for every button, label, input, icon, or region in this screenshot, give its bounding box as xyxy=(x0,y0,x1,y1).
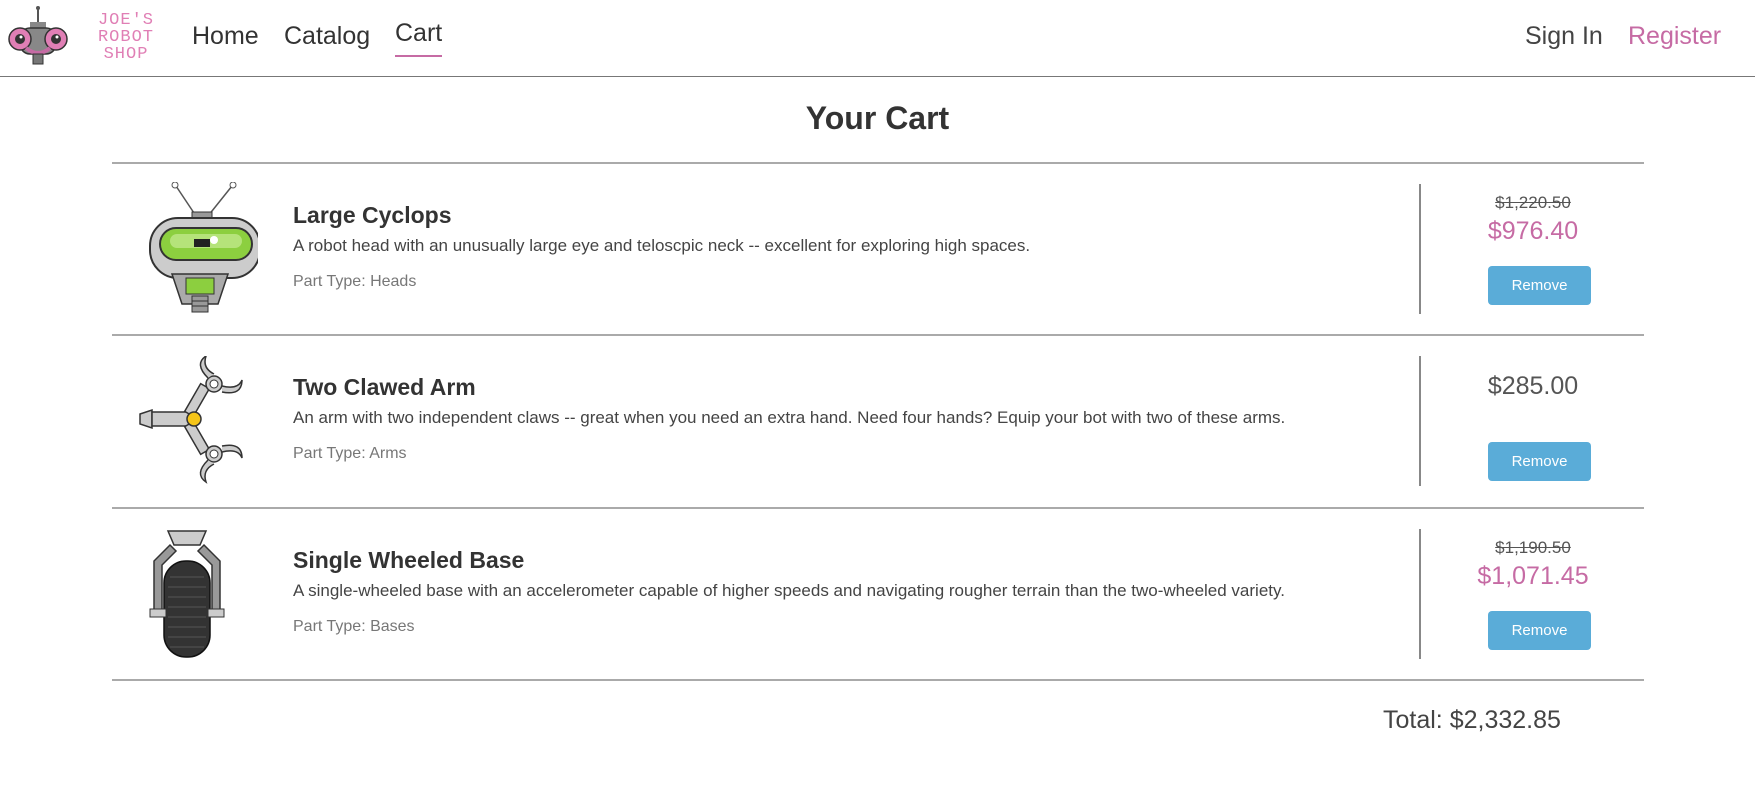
sale-price: $1,071.45 xyxy=(1477,562,1589,590)
cart-total: Total: $2,332.85 xyxy=(1383,706,1561,734)
price-divider xyxy=(1419,184,1421,314)
remove-button[interactable]: Remove xyxy=(1488,611,1591,650)
cart-item: Two Clawed Arm An arm with two independe… xyxy=(112,334,1644,507)
cart-item-description: A single-wheeled base with an accelerome… xyxy=(293,581,1285,600)
logo-text: JOE'S ROBOT SHOP xyxy=(80,12,172,63)
logo-line-3: SHOP xyxy=(103,45,149,64)
register-link[interactable]: Register xyxy=(1628,22,1721,51)
original-price: $1,220.50 xyxy=(1495,193,1571,212)
single-wheeled-base-image xyxy=(149,530,225,658)
price-column: $285.00 Remove xyxy=(1422,336,1644,508)
site-logo[interactable]: JOE'S ROBOT SHOP xyxy=(8,6,160,72)
cart-item: Single Wheeled Base A single-wheeled bas… xyxy=(112,507,1644,681)
cart-item-info: Single Wheeled Base A single-wheeled bas… xyxy=(293,547,1323,636)
cart-item: Large Cyclops A robot head with an unusu… xyxy=(112,162,1644,334)
cart-item-description: An arm with two independent claws -- gre… xyxy=(293,408,1286,427)
remove-button[interactable]: Remove xyxy=(1488,442,1591,481)
nav-cart-label: Cart xyxy=(395,19,443,47)
cart-item-part-type: Part Type: Arms xyxy=(293,445,407,462)
price: $285.00 xyxy=(1487,372,1579,400)
cart-item-description: A robot head with an unusually large eye… xyxy=(293,236,1031,255)
cart-item-title: Single Wheeled Base xyxy=(293,547,525,573)
original-price: $1,190.50 xyxy=(1495,538,1571,557)
nav-cart-link[interactable]: Cart xyxy=(395,19,443,57)
logo-line-1: JOE'S xyxy=(97,11,154,30)
cart-item-info: Two Clawed Arm An arm with two independe… xyxy=(293,374,1323,463)
top-navigation-bar: JOE'S ROBOT SHOP Home Catalog Cart Sign … xyxy=(0,0,1755,77)
logo-line-2: ROBOT xyxy=(97,28,154,47)
cart-item-title: Two Clawed Arm xyxy=(293,374,476,400)
active-nav-underline xyxy=(395,55,443,57)
nav-home-link[interactable]: Home xyxy=(192,22,259,51)
cart-item-list: Large Cyclops A robot head with an unusu… xyxy=(112,162,1644,681)
price-column: $1,190.50 $1,071.45 Remove xyxy=(1422,509,1644,681)
nav-catalog-link[interactable]: Catalog xyxy=(284,22,370,51)
page-title: Your Cart xyxy=(805,100,950,136)
cart-item-part-type: Part Type: Heads xyxy=(293,273,417,290)
price-column: $1,220.50 $976.40 Remove xyxy=(1422,164,1644,336)
large-cyclops-head-image xyxy=(149,182,258,313)
price-divider xyxy=(1419,529,1421,659)
two-clawed-arm-image xyxy=(139,356,243,484)
sale-price: $976.40 xyxy=(1487,217,1579,245)
cart-item-info: Large Cyclops A robot head with an unusu… xyxy=(293,202,1323,291)
robot-logo-icon xyxy=(8,6,68,65)
remove-button[interactable]: Remove xyxy=(1488,266,1591,305)
price-divider xyxy=(1419,356,1421,486)
sign-in-link[interactable]: Sign In xyxy=(1525,22,1603,51)
cart-item-title: Large Cyclops xyxy=(293,202,452,228)
cart-item-part-type: Part Type: Bases xyxy=(293,618,415,635)
